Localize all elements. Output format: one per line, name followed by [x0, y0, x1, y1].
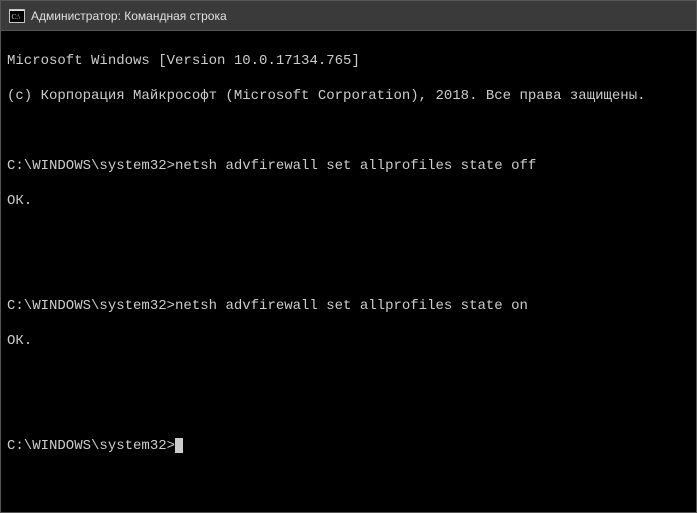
blank-line	[7, 263, 690, 281]
current-prompt-line: C:\WINDOWS\system32>	[7, 438, 690, 456]
command-text: netsh advfirewall set allprofiles state …	[175, 298, 528, 316]
cursor	[175, 438, 183, 453]
blank-line	[7, 123, 690, 141]
titlebar[interactable]: C:\ Администратор: Командная строка	[1, 1, 696, 31]
prompt: C:\WINDOWS\system32>	[7, 298, 175, 316]
blank-line	[7, 228, 690, 246]
command-line: C:\WINDOWS\system32>netsh advfirewall se…	[7, 298, 690, 316]
command-text: netsh advfirewall set allprofiles state …	[175, 158, 536, 176]
output-line: ОК.	[7, 193, 690, 211]
blank-line	[7, 403, 690, 421]
copyright-line: (c) Корпорация Майкрософт (Microsoft Cor…	[7, 88, 690, 106]
terminal-output[interactable]: Microsoft Windows [Version 10.0.17134.76…	[1, 31, 696, 512]
version-line: Microsoft Windows [Version 10.0.17134.76…	[7, 53, 690, 71]
prompt: C:\WINDOWS\system32>	[7, 438, 175, 456]
cmd-window: C:\ Администратор: Командная строка Micr…	[0, 0, 697, 513]
window-title: Администратор: Командная строка	[31, 9, 227, 23]
output-line: ОК.	[7, 333, 690, 351]
svg-text:C:\: C:\	[12, 13, 21, 21]
prompt: C:\WINDOWS\system32>	[7, 158, 175, 176]
command-line: C:\WINDOWS\system32>netsh advfirewall se…	[7, 158, 690, 176]
blank-line	[7, 368, 690, 386]
cmd-icon: C:\	[9, 9, 25, 23]
